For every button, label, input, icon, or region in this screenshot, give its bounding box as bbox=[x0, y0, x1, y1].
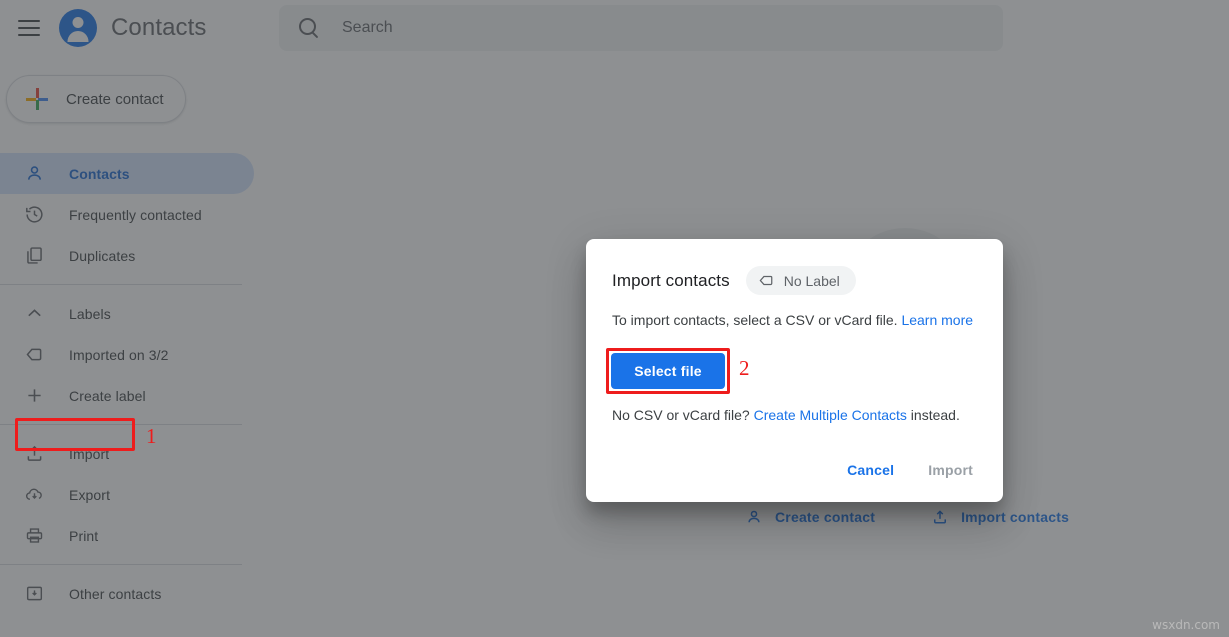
tag-icon bbox=[758, 273, 775, 288]
dialog-alt-prefix: No CSV or vCard file? bbox=[612, 407, 754, 423]
contacts-app-window: Contacts Create contact bbox=[0, 0, 1229, 637]
dialog-alternative-text: No CSV or vCard file? Create Multiple Co… bbox=[612, 407, 960, 423]
cancel-button[interactable]: Cancel bbox=[835, 452, 906, 488]
create-multiple-contacts-link[interactable]: Create Multiple Contacts bbox=[754, 407, 907, 423]
watermark: wsxdn.com bbox=[1152, 618, 1220, 632]
label-chip[interactable]: No Label bbox=[746, 266, 856, 295]
select-file-button[interactable]: Select file bbox=[611, 353, 725, 389]
learn-more-link[interactable]: Learn more bbox=[901, 312, 973, 328]
import-button: Import bbox=[916, 452, 985, 488]
dialog-title: Import contacts bbox=[612, 271, 730, 291]
dialog-description: To import contacts, select a CSV or vCar… bbox=[612, 310, 992, 330]
dialog-description-text: To import contacts, select a CSV or vCar… bbox=[612, 312, 901, 328]
dialog-alt-suffix: instead. bbox=[907, 407, 960, 423]
dialog-header: Import contacts No Label bbox=[612, 266, 856, 295]
import-contacts-dialog: Import contacts No Label To import conta… bbox=[586, 239, 1003, 502]
dialog-actions: Cancel Import bbox=[835, 452, 985, 488]
label-chip-text: No Label bbox=[784, 273, 840, 289]
